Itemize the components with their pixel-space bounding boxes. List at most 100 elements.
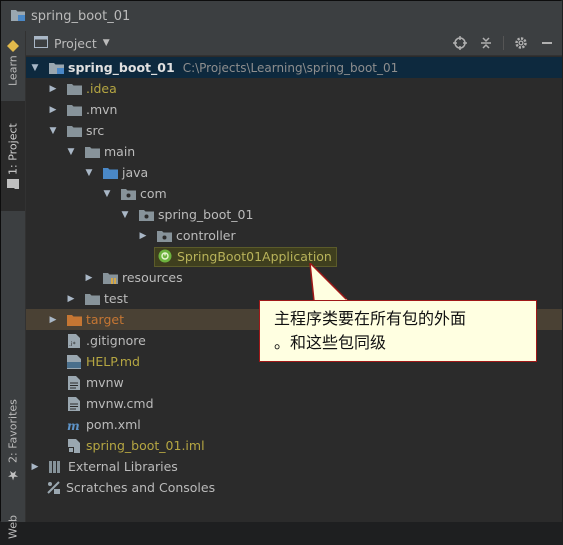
package-icon	[156, 229, 172, 243]
expand-arrow-icon[interactable]: ▼	[84, 168, 94, 178]
collapse-arrow-icon[interactable]: ▶	[84, 273, 94, 283]
tree-node-mvn[interactable]: ▶ .mvn	[26, 99, 562, 120]
package-icon	[138, 208, 154, 222]
collapse-arrow-icon[interactable]: ▶	[48, 105, 58, 115]
root-name: spring_boot_01	[68, 60, 175, 75]
callout-line-1: 主程序类要在所有包的外面	[274, 309, 467, 328]
star-icon: ★	[5, 467, 21, 483]
folder-icon	[84, 292, 100, 306]
node-label: java	[122, 165, 149, 180]
maven-icon: m	[66, 418, 82, 432]
learn-icon	[7, 39, 20, 52]
collapse-arrow-icon[interactable]: ▶	[30, 462, 40, 472]
annotation-callout: 主程序类要在所有包的外面 。和这些包同级	[259, 300, 537, 362]
tree-node-mvnw[interactable]: mvnw	[26, 372, 562, 393]
node-label: spring_boot_01.iml	[86, 438, 205, 453]
folder-icon	[66, 103, 82, 117]
node-label: main	[104, 144, 136, 159]
spring-boot-class-icon	[157, 249, 173, 263]
tree-node-app-class[interactable]: SpringBoot01Application	[26, 246, 562, 267]
view-selector[interactable]: Project ▼	[34, 35, 110, 51]
tree-node-package[interactable]: ▼ spring_boot_01	[26, 204, 562, 225]
gear-icon[interactable]	[512, 34, 530, 52]
expand-arrow-icon[interactable]: ▼	[48, 126, 58, 136]
folder-icon	[66, 124, 82, 138]
node-label: resources	[122, 270, 183, 285]
source-folder-icon	[102, 166, 118, 180]
tree-node-idea[interactable]: ▶ .idea	[26, 78, 562, 99]
svg-text:.i*: .i*	[69, 341, 76, 348]
tree-node-scratches[interactable]: Scratches and Consoles	[26, 477, 562, 498]
collapse-arrow-icon[interactable]: ▶	[138, 231, 148, 241]
collapse-icon[interactable]	[477, 34, 495, 52]
node-label: pom.xml	[86, 417, 141, 432]
expand-arrow-icon[interactable]: ▼	[120, 210, 130, 220]
tree-node-java[interactable]: ▼ java	[26, 162, 562, 183]
tree-node-root[interactable]: ▼ spring_boot_01 C:\Projects\Learning\sp…	[26, 57, 562, 78]
node-label: mvnw	[86, 375, 124, 390]
project-tree: ▼ spring_boot_01 C:\Projects\Learning\sp…	[26, 56, 562, 522]
node-label: Scratches and Consoles	[66, 480, 216, 495]
markdown-file-icon	[66, 354, 82, 369]
locate-icon[interactable]	[451, 34, 469, 52]
root-path: C:\Projects\Learning\spring_boot_01	[182, 60, 399, 75]
project-tab-icon	[7, 178, 20, 189]
ignore-file-icon: .i*	[66, 333, 82, 348]
node-label: mvnw.cmd	[86, 396, 154, 411]
tab-web-label: Web	[6, 515, 20, 539]
tab-learn[interactable]: Learn	[1, 35, 25, 91]
project-view-icon	[34, 35, 48, 51]
tree-node-resources[interactable]: ▶ resources	[26, 267, 562, 288]
title-bar: spring_boot_01	[1, 1, 562, 32]
tree-node-src[interactable]: ▼ src	[26, 120, 562, 141]
tree-node-com[interactable]: ▼ com	[26, 183, 562, 204]
left-tool-strip: Learn 1: Project ★ 2: Favorites Web	[1, 31, 26, 539]
libraries-icon	[48, 460, 64, 474]
callout-pointer	[309, 263, 350, 302]
node-label: HELP.md	[86, 354, 140, 369]
tab-project-label: 1: Project	[6, 123, 20, 175]
text-file-icon	[66, 375, 82, 390]
toolbar-divider	[503, 36, 504, 50]
node-label: test	[104, 291, 129, 306]
collapse-arrow-icon[interactable]: ▶	[66, 294, 76, 304]
expand-arrow-icon[interactable]: ▼	[102, 189, 112, 199]
collapse-arrow-icon[interactable]: ▶	[48, 315, 58, 325]
folder-icon	[84, 145, 100, 159]
node-label: .idea	[86, 81, 117, 96]
chevron-down-icon: ▼	[102, 38, 110, 48]
project-folder-icon	[11, 9, 25, 24]
tab-learn-label: Learn	[6, 55, 20, 87]
module-folder-icon	[48, 61, 64, 75]
excluded-folder-icon	[66, 313, 82, 327]
expand-arrow-icon[interactable]: ▼	[66, 147, 76, 157]
tab-web[interactable]: Web	[1, 509, 25, 545]
module-file-icon	[66, 438, 82, 453]
scratches-icon	[46, 480, 62, 495]
node-label: spring_boot_01	[158, 207, 254, 222]
node-label: .gitignore	[86, 333, 146, 348]
window-title: spring_boot_01	[31, 8, 131, 24]
node-label: com	[140, 186, 167, 201]
minimize-icon[interactable]	[538, 34, 556, 52]
tree-node-mvnw-cmd[interactable]: mvnw.cmd	[26, 393, 562, 414]
view-selector-label: Project	[54, 35, 97, 51]
package-icon	[120, 187, 136, 201]
tree-node-pom[interactable]: m pom.xml	[26, 414, 562, 435]
text-file-icon	[66, 396, 82, 411]
tree-node-external-libraries[interactable]: ▶ External Libraries	[26, 456, 562, 477]
collapse-arrow-icon[interactable]: ▶	[48, 84, 58, 94]
resources-folder-icon	[102, 271, 118, 285]
folder-icon	[66, 82, 82, 96]
expand-arrow-icon[interactable]: ▼	[30, 63, 40, 73]
node-label: .mvn	[86, 102, 118, 117]
tree-node-controller[interactable]: ▶ controller	[26, 225, 562, 246]
tab-project[interactable]: 1: Project	[1, 101, 25, 211]
tab-favorites[interactable]: ★ 2: Favorites	[1, 391, 25, 491]
tree-node-main[interactable]: ▼ main	[26, 141, 562, 162]
node-label: target	[86, 312, 125, 327]
node-label: SpringBoot01Application	[177, 248, 332, 264]
tab-favorites-label: 2: Favorites	[6, 399, 20, 464]
tree-node-iml[interactable]: spring_boot_01.iml	[26, 435, 562, 456]
callout-line-2: 。和这些包同级	[274, 333, 387, 352]
